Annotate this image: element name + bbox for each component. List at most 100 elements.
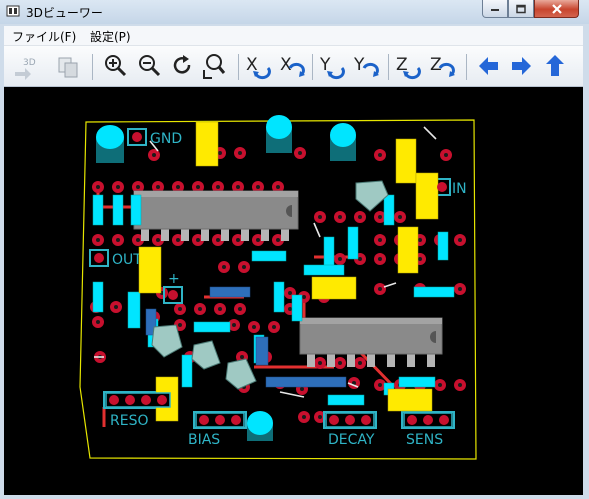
pad-hole [216,185,220,189]
header-pin [423,415,433,425]
rotate-x-cw-button[interactable]: X [244,50,274,82]
zoom-in-button[interactable] [100,50,130,82]
move-left-button[interactable] [474,50,504,82]
header-pin [231,415,241,425]
pad-hole [288,307,292,311]
pad-hole [338,215,342,219]
pad-hole [444,153,448,157]
app-window: 3Dビューワー ファイル(F) 設定(P) 3D X X Y Y Z Z GND… [0,0,589,499]
pad-hole [458,238,462,242]
pad-hole [418,238,422,242]
header-pin [215,415,225,425]
pad-hole [114,305,118,309]
pad-hole [302,295,306,299]
redraw-button[interactable] [168,50,198,82]
toolbar: 3D X X Y Y Z Z [4,46,583,87]
pad-hole [398,215,402,219]
header-pin [361,415,371,425]
pad-hole [156,185,160,189]
rotate-y-ccw-button[interactable]: Y [352,50,382,82]
3d-viewport[interactable]: GND IN OUT + RESO BIAS DECAY SENS [4,87,583,495]
pad-hole [176,238,180,242]
rotate-x-ccw-button[interactable]: X [278,50,308,82]
header-pin [157,395,167,405]
header-pin [94,253,104,263]
pad-hole [358,215,362,219]
pad-hole [136,238,140,242]
label-reso: RESO [110,413,148,429]
pad-hole [318,415,322,419]
header-pin [407,415,417,425]
rotate-z-ccw-button[interactable]: Z [428,50,458,82]
svg-text:Y: Y [353,55,365,75]
label-bias: BIAS [188,432,220,448]
zoom-out-button[interactable] [134,50,164,82]
move-up-button[interactable] [540,50,570,82]
reload-3d-button[interactable]: 3D [10,50,40,82]
pad-hole [156,238,160,242]
pad-hole [358,361,362,365]
pad-hole [378,383,382,387]
close-button[interactable] [534,0,579,18]
pad-hole [116,238,120,242]
header-pin [199,415,209,425]
pad-hole [222,265,226,269]
pad-hole [176,185,180,189]
pad-hole [378,153,382,157]
arrow-up-icon [546,55,564,76]
header-pin [439,415,449,425]
toolbar-separator [238,54,239,80]
pad-hole [302,415,306,419]
pad-hole [288,291,292,295]
pad-hole [96,320,100,324]
header-pin [125,395,135,405]
header-pin [109,395,119,405]
pad-hole [238,307,242,311]
minimize-icon [491,8,499,11]
label-gnd: GND [150,131,182,147]
pad-hole [136,185,140,189]
maximize-button[interactable] [508,0,534,18]
toolbar-separator [92,54,93,80]
pad-hole [242,265,246,269]
rotate-x-cw-icon: X [246,55,271,80]
pad-hole [238,151,242,155]
pad-hole [256,238,260,242]
pad-hole [378,238,382,242]
minimize-button[interactable] [482,0,508,18]
pad-hole [378,287,382,291]
pad-hole [458,383,462,387]
pad-hole [418,257,422,261]
pad-hole [256,185,260,189]
pad-hole [178,323,182,327]
zoom-fit-icon [200,54,230,82]
pad-hole [458,287,462,291]
label-decay: DECAY [328,432,375,448]
move-right-button[interactable] [506,50,536,82]
title-bar: 3Dビューワー [0,0,589,24]
pad-hole [218,151,222,155]
rotate-z-ccw-icon: Z [430,55,455,77]
pad-hole [438,383,442,387]
menu-bar: ファイル(F) 設定(P) [4,26,583,46]
pad-hole [276,238,280,242]
svg-text:3D: 3D [23,58,36,68]
toolbar-separator [388,54,389,80]
toolbar-separator [466,54,467,80]
label-in: IN [452,181,467,197]
pad-hole [276,185,280,189]
rotate-z-cw-button[interactable]: Z [394,50,424,82]
menu-settings[interactable]: 設定(P) [90,28,131,45]
pad-hole [252,325,256,329]
pad-hole [232,323,236,327]
pad-hole [198,307,202,311]
menu-file[interactable]: ファイル(F) [12,28,76,45]
pad-hole [116,185,120,189]
pad-hole [236,185,240,189]
rotate-y-cw-button[interactable]: Y [318,50,348,82]
pad-hole [152,153,156,157]
copy-button[interactable] [54,50,84,82]
pcb-3d-render: GND IN OUT + RESO BIAS DECAY SENS [79,115,477,460]
pad-hole [338,361,342,365]
zoom-fit-button[interactable] [200,50,230,82]
